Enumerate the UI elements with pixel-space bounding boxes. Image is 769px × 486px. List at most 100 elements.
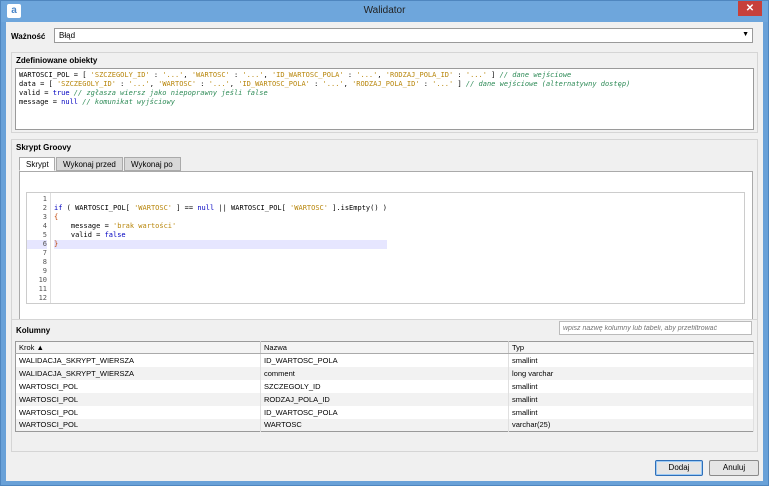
code-token: valid = xyxy=(19,89,53,97)
code-token: '...' xyxy=(356,71,378,79)
cell-nazwa: ID_WARTOSC_POLA xyxy=(260,353,509,367)
code-token: '...' xyxy=(162,71,184,79)
columns-title: Kolumny xyxy=(16,326,51,335)
cancel-button[interactable]: Anuluj xyxy=(709,460,759,476)
column-filter[interactable] xyxy=(559,321,752,335)
code-token: , xyxy=(343,80,353,88)
cell-krok: WARTOSCI_POL xyxy=(15,392,261,406)
code-token: null xyxy=(61,98,79,106)
code-token: message = xyxy=(19,98,62,106)
table-row[interactable]: WARTOSCI_POL SZCZEGOLY_ID smallint xyxy=(15,379,754,393)
tab-wykonaj-po[interactable]: Wykonaj po xyxy=(124,157,181,171)
table-header-row: Krok ▲ Nazwa Typ xyxy=(15,341,754,354)
code-token: ( WARTOSCI_POL[ xyxy=(62,204,135,212)
code-token: 'ID_WARTOSC_POLA' xyxy=(271,71,344,79)
cell-nazwa: SZCZEGOLY_ID xyxy=(260,379,509,393)
tab-wykonaj-przed[interactable]: Wykonaj przed xyxy=(56,157,123,171)
code-line: if ( WARTOSCI_POL[ 'WARTOSC' ] == null |… xyxy=(54,204,387,213)
column-header-krok[interactable]: Krok ▲ xyxy=(15,341,261,354)
tab-content: 12345678910111213 if ( WARTOSCI_POL[ 'WA… xyxy=(19,171,753,324)
code-line: WARTOSCI_POL = [ 'SZCZEGOLY_ID' : '...',… xyxy=(19,71,750,80)
code-token: ] xyxy=(453,80,466,88)
code-token: ] == xyxy=(172,204,198,212)
code-token: true xyxy=(52,89,70,97)
table-row[interactable]: WARTOSCI_POL RODZAJ_POLA_ID smallint xyxy=(15,392,754,406)
code-line: valid = true // zgłasza wiersz jako niep… xyxy=(19,89,750,98)
waznosc-select[interactable]: Błąd ▼ xyxy=(54,28,753,43)
code-token: , xyxy=(149,80,159,88)
line-number: 7 xyxy=(42,249,47,257)
table-row[interactable]: WARTOSCI_POL ID_WARTOSC_POLA smallint xyxy=(15,405,754,419)
defined-objects-panel: Zdefiniowane obiekty WARTOSCI_POL = [ 'S… xyxy=(11,52,758,133)
code-line: } xyxy=(54,240,387,249)
code-token: '...' xyxy=(128,80,150,88)
code-token: 'WARTOSC' xyxy=(290,204,328,212)
tab-skrypt[interactable]: Skrypt xyxy=(19,157,55,171)
code-token: message = xyxy=(54,222,114,230)
groovy-title: Skrypt Groovy xyxy=(16,143,72,152)
chevron-down-icon: ▼ xyxy=(742,31,749,38)
code-token: // dane wejściowe (alternatywny dostęp) xyxy=(465,80,631,88)
dialog-body: Ważność Błąd ▼ Zdefiniowane obiekty WART… xyxy=(6,22,763,481)
column-header-typ[interactable]: Typ xyxy=(508,341,754,354)
code-token: '...' xyxy=(322,80,344,88)
line-number: 9 xyxy=(42,267,47,275)
title-bar[interactable]: a Walidator ✕ xyxy=(1,1,768,22)
cell-typ: smallint xyxy=(508,379,754,393)
cell-typ: smallint xyxy=(508,405,754,419)
code-line: { xyxy=(54,213,387,222)
waznosc-value: Błąd xyxy=(59,31,76,40)
cell-nazwa: WARTOSC xyxy=(260,418,509,432)
code-line: data = [ 'SZCZEGOLY_ID' : '...', 'WARTOS… xyxy=(19,80,750,89)
column-header-nazwa[interactable]: Nazwa xyxy=(260,341,509,354)
code-token: WARTOSCI_POL = [ xyxy=(19,71,91,79)
code-token: : xyxy=(115,80,129,88)
table-row[interactable]: WALIDACJA_SKRYPT_WIERSZA ID_WARTOSC_POLA s… xyxy=(15,353,754,367)
code-token: : xyxy=(149,71,163,79)
cell-krok: WALIDACJA_SKRYPT_WIERSZA xyxy=(15,353,261,367)
code-token: false xyxy=(104,231,126,239)
line-number: 12 xyxy=(38,294,47,302)
code-token: ] xyxy=(486,71,500,79)
code-token: valid = xyxy=(54,231,105,239)
code-token: , xyxy=(229,80,239,88)
code-token: , xyxy=(263,71,272,79)
code-token: ].isEmpty() ) xyxy=(327,204,387,212)
line-number: 10 xyxy=(38,276,47,284)
code-line: message = null // komunikat wyjściowy xyxy=(19,98,750,107)
columns-table: Krok ▲ Nazwa Typ WALIDACJA_SKRYPT_WIERSZ… xyxy=(15,341,754,432)
column-filter-input[interactable] xyxy=(560,322,751,334)
groovy-panel: Skrypt Groovy Skrypt Wykonaj przed Wykon… xyxy=(11,139,758,328)
columns-panel: Kolumny Krok ▲ Nazwa Typ WALIDACJA_SKRYP… xyxy=(11,319,758,452)
cell-nazwa: RODZAJ_POLA_ID xyxy=(260,392,509,406)
code-token: '...' xyxy=(242,71,264,79)
code-token: : xyxy=(419,80,433,88)
table-row[interactable]: WALIDACJA_SKRYPT_WIERSZA comment long varc… xyxy=(15,366,754,380)
table-row[interactable]: WARTOSCI_POL WARTOSC varchar(25) xyxy=(15,418,754,432)
line-number: 1 xyxy=(42,195,47,203)
code-token: || WARTOSCI_POL[ xyxy=(214,204,291,212)
code-token: // zgłasza wiersz jako niepoprawny jeśli… xyxy=(73,89,268,97)
code-token: 'WARTOSC' xyxy=(191,71,230,79)
groovy-editor[interactable]: 12345678910111213 if ( WARTOSCI_POL[ 'WA… xyxy=(26,192,745,304)
code-token: '...' xyxy=(432,80,454,88)
close-button[interactable]: ✕ xyxy=(738,1,762,16)
cell-typ: varchar(25) xyxy=(508,418,754,432)
code-token: // dane wejściowe xyxy=(499,71,572,79)
defined-objects-code[interactable]: WARTOSCI_POL = [ 'SZCZEGOLY_ID' : '...',… xyxy=(15,68,754,130)
cell-typ: smallint xyxy=(508,353,754,367)
add-button[interactable]: Dodaj xyxy=(655,460,703,476)
line-number: 11 xyxy=(38,285,47,293)
line-number: 5 xyxy=(42,231,47,239)
code-token: : xyxy=(453,71,466,79)
groovy-code: if ( WARTOSCI_POL[ 'WARTOSC' ] == null |… xyxy=(54,195,387,304)
code-token: , xyxy=(377,71,386,79)
cell-krok: WARTOSCI_POL xyxy=(15,418,261,432)
code-token: } xyxy=(54,240,59,248)
code-token: { xyxy=(54,213,59,221)
